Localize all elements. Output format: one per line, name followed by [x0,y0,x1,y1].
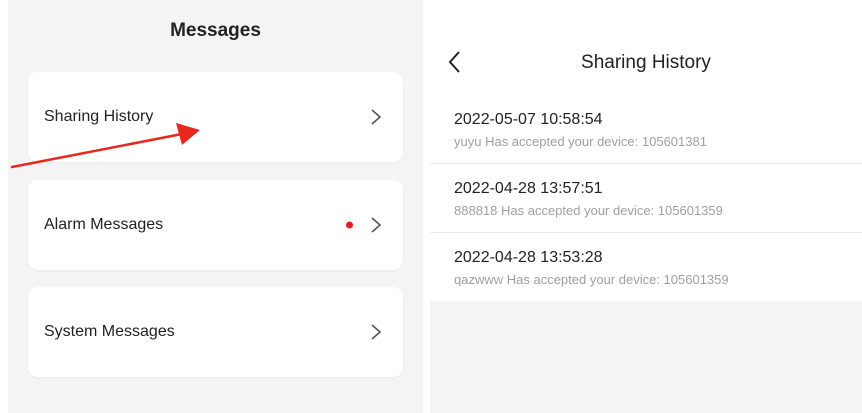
unread-badge [346,221,353,229]
sharing-history-screen: Sharing History 2022-05-07 10:58:54 yuyu… [430,0,862,413]
timestamp: 2022-05-07 10:58:54 [454,111,603,128]
history-list: 2022-05-07 10:58:54 yuyu Has accepted yo… [430,95,862,301]
alarm-messages-item[interactable]: Alarm Messages [28,180,403,270]
description: 888818 Has accepted your device: 1056013… [454,203,723,218]
description: qazwww Has accepted your device: 1056013… [454,272,729,287]
chevron-right-icon [371,324,382,340]
menu-item-label: System Messages [44,323,175,340]
nav-bar: Sharing History [430,40,862,84]
page-title: Messages [170,20,261,41]
timestamp: 2022-04-28 13:57:51 [454,180,603,197]
list-item[interactable]: 2022-04-28 13:57:51 888818 Has accepted … [430,164,862,233]
nav-title: Sharing History [581,52,711,73]
sharing-history-item[interactable]: Sharing History [28,72,403,162]
chevron-right-icon [371,109,382,125]
description: yuyu Has accepted your device: 105601381 [454,134,707,149]
menu-item-label: Alarm Messages [44,216,164,233]
system-messages-item[interactable]: System Messages [28,287,403,377]
history-list-area: 2022-05-07 10:58:54 yuyu Has accepted yo… [430,95,862,413]
chevron-right-icon [371,217,382,233]
timestamp: 2022-04-28 13:53:28 [454,249,603,266]
messages-panel: Messages Sharing History Alarm Messages … [8,0,423,413]
list-item[interactable]: 2022-04-28 13:53:28 qazwww Has accepted … [430,233,862,301]
list-item[interactable]: 2022-05-07 10:58:54 yuyu Has accepted yo… [430,95,862,164]
menu-item-label: Sharing History [44,108,154,125]
